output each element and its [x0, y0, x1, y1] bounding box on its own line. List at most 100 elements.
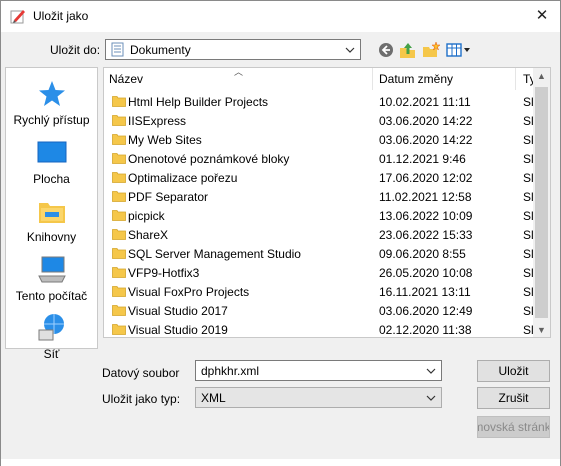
place-network[interactable]: Síť	[6, 312, 97, 361]
folder-icon	[112, 96, 126, 107]
column-header-name[interactable]: Název	[109, 72, 143, 86]
file-date: 16.11.2021 13:11	[379, 285, 471, 299]
scroll-up-icon[interactable]: ▲	[533, 68, 550, 85]
save-as-dialog: Uložit jako ✕ Uložit do: Dokumenty Rychl…	[0, 0, 561, 466]
file-row[interactable]: picpick 13.06.2022 10:09 Sl	[104, 206, 534, 225]
file-type-select[interactable]: XML	[195, 387, 442, 408]
save-in-combobox[interactable]: Dokumenty	[105, 39, 361, 60]
column-header-date[interactable]: Datum změny	[379, 72, 453, 86]
file-name: Optimalizace pořezu	[128, 171, 238, 185]
filename-value: dphkhr.xml	[201, 364, 260, 378]
file-name: IISExpress	[128, 114, 187, 128]
file-date: 10.02.2021 11:11	[379, 95, 471, 109]
file-row[interactable]: Visual Studio 2019 02.12.2020 11:38 Sl	[104, 320, 534, 337]
place-desktop[interactable]: Plocha	[6, 137, 97, 186]
place-label: Knihovny	[26, 230, 77, 244]
sort-ascending-icon: ︿	[234, 67, 244, 77]
file-date: 11.02.2021 12:58	[379, 190, 472, 204]
file-name: My Web Sites	[128, 133, 202, 147]
file-name: Visual Studio 2017	[128, 304, 228, 318]
column-separator[interactable]	[372, 68, 373, 90]
file-date: 03.06.2020 14:22	[379, 133, 473, 147]
filename-input[interactable]: dphkhr.xml	[195, 360, 442, 381]
place-this-pc[interactable]: Tento počítač	[6, 254, 97, 303]
filename-label: Datový soubor	[102, 366, 180, 380]
chevron-down-icon[interactable]	[343, 41, 357, 58]
save-in-label: Uložit do:	[50, 43, 101, 57]
libraries-icon	[38, 203, 65, 223]
file-row[interactable]: ShareX 23.06.2022 15:33 Sl	[104, 225, 534, 244]
homepage-button[interactable]: Domovská stránka	[477, 416, 550, 438]
file-name: Html Help Builder Projects	[128, 95, 269, 109]
file-date: 03.06.2020 14:22	[379, 114, 473, 128]
save-button[interactable]: Uložit	[477, 360, 550, 382]
quick-access-star-icon	[38, 81, 65, 106]
cancel-button[interactable]: Zrušit	[477, 387, 550, 409]
place-label: Rychlý přístup	[13, 113, 90, 127]
place-quick-access[interactable]: Rychlý přístup	[6, 78, 97, 127]
background-window-strip	[1, 459, 560, 466]
scroll-down-icon[interactable]: ▼	[533, 322, 550, 337]
title-bar[interactable]: Uložit jako ✕	[1, 1, 560, 32]
view-menu-icon[interactable]	[445, 40, 473, 60]
this-pc-icon	[37, 256, 66, 283]
network-icon	[38, 314, 64, 341]
place-libraries[interactable]: Knihovny	[6, 195, 97, 244]
file-row[interactable]: PDF Separator 11.02.2021 12:58 Sl	[104, 187, 534, 206]
folder-icon	[112, 172, 126, 183]
file-name: Visual FoxPro Projects	[128, 285, 250, 299]
app-pencil-icon	[10, 10, 25, 24]
places-bar: Rychlý přístup Plocha Knihovny Tento poč…	[5, 67, 98, 361]
file-date: 17.06.2020 12:02	[379, 171, 473, 185]
file-row[interactable]: Onenotové poznámkové bloky 01.12.2021 9:4…	[104, 149, 534, 168]
folder-icon	[112, 210, 126, 221]
file-name: Onenotové poznámkové bloky	[128, 152, 290, 166]
place-label: Plocha	[33, 172, 70, 186]
folder-icon	[112, 229, 126, 240]
file-name: VFP9-Hotfix3	[128, 266, 200, 280]
folder-icon	[112, 153, 126, 164]
file-date: 09.06.2020 8:55	[379, 247, 466, 261]
file-row[interactable]: Visual Studio 2017 03.06.2020 12:49 Sl	[104, 301, 534, 320]
file-date: 23.06.2022 15:33	[379, 228, 473, 242]
file-row[interactable]: Html Help Builder Projects 10.02.2021 11:…	[104, 92, 534, 111]
folder-icon	[112, 115, 126, 126]
scroll-thumb[interactable]	[535, 87, 548, 318]
folder-icon	[112, 134, 126, 145]
window-title: Uložit jako	[33, 9, 89, 23]
file-row[interactable]: Optimalizace pořezu 17.06.2020 12:02 Sl	[104, 168, 534, 187]
file-row[interactable]: My Web Sites 03.06.2020 14:22 Sl	[104, 130, 534, 149]
folder-icon	[112, 267, 126, 278]
new-folder-icon[interactable]	[421, 40, 441, 60]
file-list-header: ︿ Název Datum změny Ty	[104, 67, 536, 90]
chevron-down-icon[interactable]	[424, 362, 438, 379]
file-name: SQL Server Management Studio	[128, 247, 301, 261]
file-row[interactable]: IISExpress 03.06.2020 14:22 Sl	[104, 111, 534, 130]
file-name: Visual Studio 2019	[128, 323, 228, 337]
close-button[interactable]: ✕	[530, 5, 554, 27]
file-row[interactable]: VFP9-Hotfix3 26.05.2020 10:08 Sl	[104, 263, 534, 282]
file-name: ShareX	[128, 228, 169, 242]
file-row[interactable]: Visual FoxPro Projects 16.11.2021 13:11 Sl	[104, 282, 534, 301]
file-date: 26.05.2020 10:08	[379, 266, 473, 280]
file-date: 03.06.2020 12:49	[379, 304, 473, 318]
documents-folder-icon	[111, 42, 124, 57]
file-date: 01.12.2021 9:46	[379, 152, 466, 166]
column-separator[interactable]	[515, 68, 516, 90]
folder-icon	[112, 305, 126, 316]
homepage-button-label: Domovská stránka	[478, 420, 549, 434]
vertical-scrollbar[interactable]: ▲ ▼	[533, 68, 550, 337]
folder-icon	[112, 324, 126, 335]
file-row[interactable]: SQL Server Management Studio 09.06.2020 8…	[104, 244, 534, 263]
place-label: Síť	[43, 347, 60, 361]
up-folder-icon[interactable]	[398, 40, 418, 60]
close-icon: ✕	[535, 7, 549, 24]
back-icon[interactable]	[376, 40, 396, 60]
file-name: PDF Separator	[128, 190, 209, 204]
file-date: 13.06.2022 10:09	[379, 209, 473, 223]
file-date: 02.12.2020 11:38	[379, 323, 472, 337]
desktop-icon	[37, 141, 66, 163]
file-name: picpick	[128, 209, 165, 223]
chevron-down-icon[interactable]	[424, 389, 438, 406]
file-list[interactable]: ︿ Název Datum změny Ty Html Help Builder…	[103, 67, 551, 338]
